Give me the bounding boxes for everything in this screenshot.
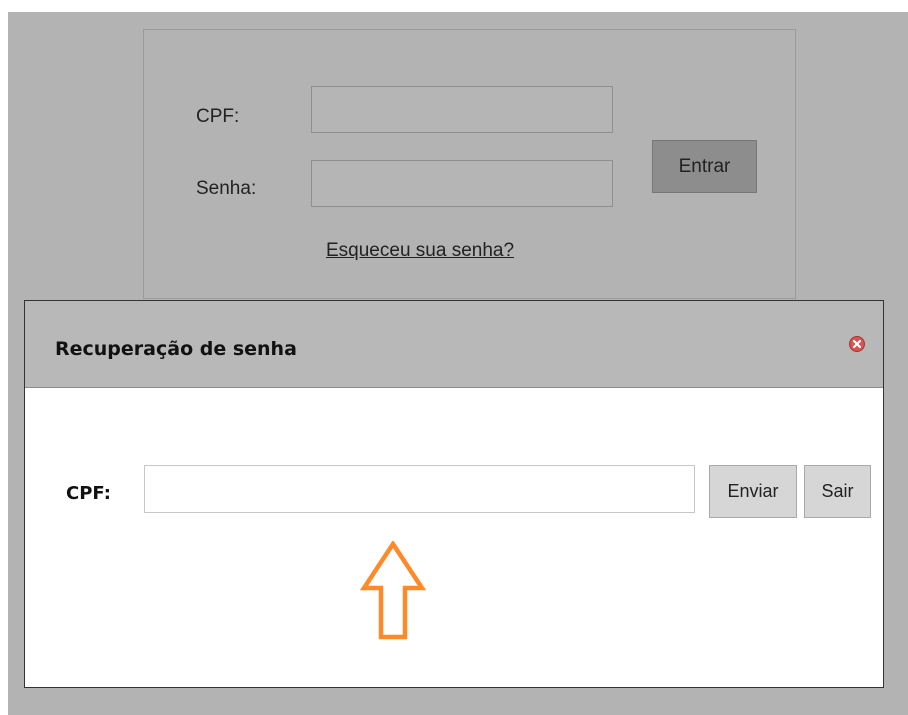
modal-cpf-input[interactable] (144, 465, 695, 513)
enter-button[interactable]: Entrar (652, 140, 757, 193)
password-label: Senha: (196, 178, 257, 199)
cpf-input[interactable] (311, 86, 613, 133)
send-button[interactable]: Enviar (709, 465, 797, 518)
up-arrow-icon (359, 541, 427, 640)
exit-button[interactable]: Sair (804, 465, 871, 518)
forgot-password-link[interactable]: Esqueceu sua senha? (326, 240, 514, 262)
background-overlay: CPF: Senha: Esqueceu sua senha? Entrar R… (8, 12, 908, 715)
close-icon[interactable] (849, 336, 865, 352)
modal-cpf-label: CPF: (66, 483, 111, 504)
password-input[interactable] (311, 160, 613, 207)
modal-header: Recuperação de senha (25, 301, 883, 388)
cpf-label: CPF: (196, 106, 240, 127)
password-recovery-modal: Recuperação de senha CPF: Enviar Sair (24, 300, 884, 688)
modal-title: Recuperação de senha (55, 338, 297, 360)
login-panel: CPF: Senha: Esqueceu sua senha? Entrar (143, 29, 796, 299)
